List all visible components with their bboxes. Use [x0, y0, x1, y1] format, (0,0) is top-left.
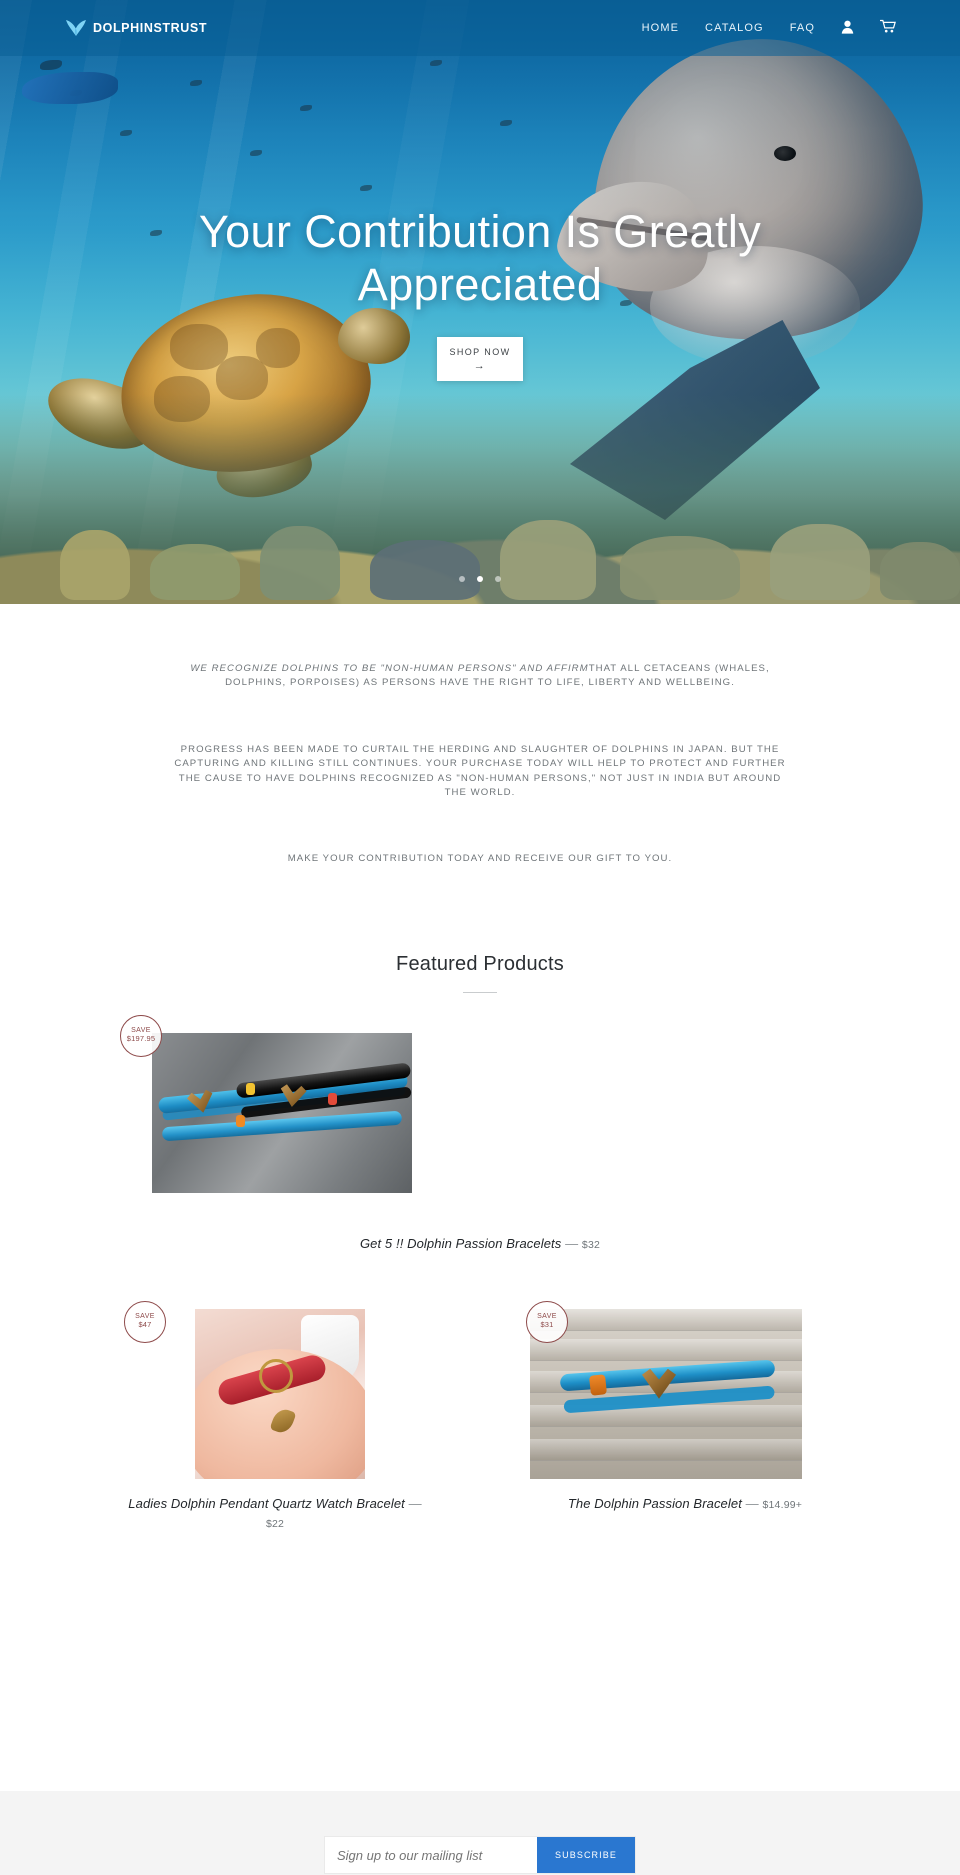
- hero-title: Your Contribution Is Greatly Appreciated: [198, 206, 762, 311]
- carousel-dot-2[interactable]: [477, 576, 483, 582]
- product-3-price: $14.99+: [762, 1498, 803, 1511]
- product-1-dash: —: [565, 1235, 579, 1251]
- hero-banner: DOLPHINSTRUST HOME CATALOG FAQ Your Cont…: [0, 0, 960, 604]
- featured-products-section: Featured Products SAVE $197.95 Get 5 !! …: [0, 867, 960, 1533]
- product-2-image[interactable]: [195, 1308, 365, 1479]
- featured-products-heading: Featured Products: [396, 952, 564, 975]
- product-card-2[interactable]: SAVE $47 Ladies Dolphin Pendant Quartz W…: [120, 1300, 430, 1533]
- carousel-dots: [0, 569, 960, 587]
- shop-now-label: SHOP NOW: [449, 347, 511, 358]
- cart-link[interactable]: [879, 19, 896, 37]
- subscribe-button[interactable]: SUBSCRIBE: [537, 1837, 635, 1873]
- main-navigation: HOME CATALOG FAQ: [642, 19, 896, 37]
- nav-item-faq[interactable]: FAQ: [790, 22, 815, 34]
- product-2-dash: —: [408, 1495, 422, 1511]
- product-3-title-row: The Dolphin Passion Bracelet — $14.99+: [530, 1495, 840, 1514]
- product-3-title[interactable]: The Dolphin Passion Bracelet: [568, 1496, 742, 1511]
- carousel-dot-3[interactable]: [495, 576, 502, 582]
- newsletter-form: SUBSCRIBE: [325, 1837, 635, 1873]
- newsletter-email-input[interactable]: [325, 1837, 537, 1873]
- mission-paragraph-3: MAKE YOUR CONTRIBUTION TODAY AND RECEIVE…: [287, 853, 673, 865]
- product-row-2: SAVE $47 Ladies Dolphin Pendant Quartz W…: [120, 1300, 840, 1533]
- mission-paragraph-2: PROGRESS HAS BEEN MADE TO CURTAIL THE HE…: [174, 743, 786, 798]
- product-3-dash: —: [745, 1495, 759, 1511]
- shopping-cart-icon: [879, 19, 896, 37]
- save-badge-1-amount: $197.95: [126, 1034, 156, 1044]
- hero-content: Your Contribution Is Greatly Appreciated…: [0, 205, 960, 382]
- account-link[interactable]: [841, 20, 854, 37]
- product-1-price: $32: [581, 1238, 601, 1251]
- product-1-title-row: Get 5 !! Dolphin Passion Bracelets — $32: [120, 1235, 840, 1254]
- newsletter-section: SUBSCRIBE: [0, 1791, 960, 1875]
- save-badge-2-amount: $47: [138, 1320, 152, 1330]
- save-badge-3-amount: $31: [540, 1320, 554, 1330]
- carousel-dot-1[interactable]: [458, 576, 465, 582]
- right-arrow-icon: →: [473, 360, 487, 373]
- brand-name: DOLPHINSTRUST: [93, 21, 208, 35]
- product-2-price: $22: [265, 1517, 285, 1530]
- nav-item-catalog[interactable]: CATALOG: [705, 22, 764, 34]
- shop-now-button[interactable]: SHOP NOW →: [437, 337, 523, 382]
- product-card-1[interactable]: SAVE $197.95 Get 5 !! Dolphin Passion Br…: [120, 1014, 840, 1301]
- product-1-image[interactable]: [152, 1032, 412, 1193]
- product-2-title-row: Ladies Dolphin Pendant Quartz Watch Brac…: [120, 1495, 430, 1533]
- site-header: DOLPHINSTRUST HOME CATALOG FAQ: [0, 0, 960, 56]
- product-1-title[interactable]: Get 5 !! Dolphin Passion Bracelets: [360, 1236, 561, 1251]
- mission-paragraph-1: WE RECOGNIZE DOLPHINS TO BE "NON-HUMAN P…: [170, 662, 790, 691]
- product-card-3[interactable]: SAVE $31 The Dolphin Passion Bracelet — …: [526, 1300, 840, 1533]
- product-2-title[interactable]: Ladies Dolphin Pendant Quartz Watch Brac…: [128, 1496, 405, 1511]
- brand-logo-link[interactable]: DOLPHINSTRUST: [64, 18, 207, 38]
- mission-paragraph-1-emphasis: WE RECOGNIZE DOLPHINS TO BE "NON-HUMAN P…: [190, 663, 589, 674]
- user-account-icon: [841, 20, 854, 37]
- save-badge-2: SAVE $47: [124, 1300, 166, 1343]
- nav-item-home[interactable]: HOME: [642, 22, 679, 34]
- dolphin-fluke-icon: [64, 18, 88, 38]
- save-badge-1: SAVE $197.95: [120, 1014, 162, 1057]
- page-root: DOLPHINSTRUST HOME CATALOG FAQ Your Cont…: [0, 0, 960, 1875]
- mission-statement-section: WE RECOGNIZE DOLPHINS TO BE "NON-HUMAN P…: [0, 604, 960, 867]
- product-grid: SAVE $197.95 Get 5 !! Dolphin Passion Br…: [120, 1014, 840, 1533]
- heading-divider: [463, 991, 497, 993]
- save-badge-3: SAVE $31: [526, 1300, 568, 1343]
- product-3-image[interactable]: [530, 1308, 802, 1479]
